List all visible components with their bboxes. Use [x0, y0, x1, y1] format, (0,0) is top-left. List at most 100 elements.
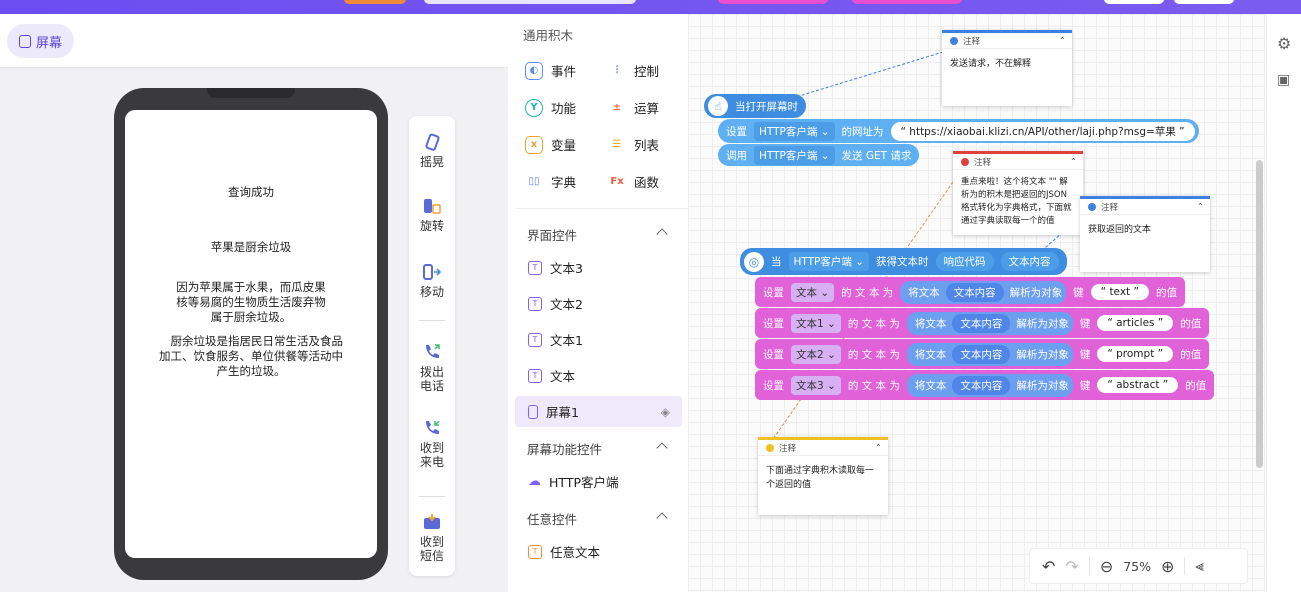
tool-receive-sms[interactable]: 收到短信 — [409, 512, 455, 563]
palette-item-http-client[interactable]: ☁ HTTP客户端 — [515, 466, 682, 497]
zoom-divider — [1088, 557, 1090, 575]
palette-event[interactable]: ◐ 事件 — [525, 61, 576, 80]
operation-icon: ± — [612, 102, 622, 113]
workspace-scrollbar[interactable] — [1256, 160, 1263, 468]
palette-function[interactable]: Y 功能 — [525, 98, 576, 117]
palette-operation-label: 运算 — [634, 101, 660, 116]
archive-icon[interactable]: ▣ — [1277, 72, 1290, 88]
palette-item-any-text[interactable]: T 任意文本 — [515, 536, 682, 567]
send-get-block[interactable]: 调用 HTTP客户端 ⌄ 发送 GET 请求 — [718, 144, 920, 166]
zoom-divider-2 — [1184, 557, 1186, 575]
call-label: 调用 — [726, 149, 747, 162]
top-pill-pink-2[interactable] — [852, 0, 962, 4]
comment-note-read-values[interactable]: 注释 ⌃ 下面通过字典积木读取每一个返回的值 — [758, 437, 888, 515]
any-text-icon: T — [528, 544, 542, 559]
comment-note-get-text[interactable]: 注释 ⌃ 获取返回的文本 — [1080, 196, 1210, 272]
on-got-text-block[interactable]: ◎ 当 HTTP客户端 ⌄ 获得文本时 响应代码 文本内容 — [740, 248, 1067, 275]
palette-item-text2[interactable]: T 文本2 — [515, 288, 682, 319]
palette-item-screen1[interactable]: 屏幕1 ◈ — [515, 396, 682, 427]
top-pill-white-2[interactable] — [1174, 0, 1234, 4]
http-client-dropdown[interactable]: HTTP客户端 ⌄ — [754, 121, 835, 141]
info-icon — [950, 36, 958, 45]
response-text-param[interactable]: 文本内容 — [1000, 252, 1059, 271]
set-text2-block[interactable]: 设置 文本2 ⌄ 的 文 本 为 将文本 文本内容 解析为对象 键 “ prompt… — [755, 339, 1210, 369]
tool-rotate[interactable]: 旋转 — [409, 196, 455, 233]
tool-dial-call[interactable]: 拨出电话 — [409, 342, 455, 393]
text2-target-dropdown[interactable]: 文本2 ⌄ — [791, 344, 841, 364]
text3-target-dropdown[interactable]: 文本3 ⌄ — [791, 375, 841, 395]
palette-control[interactable]: ⫶ 控制 — [608, 61, 659, 80]
preview-panel: 屏幕 查询成功 苹果是厨余垃圾 因为苹果属于水果，而瓜皮果核等易腐的生物质生活废… — [0, 14, 508, 592]
set-url-block[interactable]: 设置 HTTP客户端 ⌄ 的网址为 “ https://xiaobai.kliz… — [718, 119, 1199, 143]
screen-function-chevron-icon[interactable] — [656, 442, 668, 454]
palette-item-text[interactable]: T 文本 — [515, 360, 682, 391]
palette-item-any-text-label: 任意文本 — [550, 545, 601, 560]
key-input-prompt[interactable]: “ prompt ” — [1097, 346, 1174, 362]
ui-controls-chevron-icon[interactable] — [656, 228, 668, 240]
top-pill-pink-1[interactable] — [718, 0, 828, 4]
comment-note-parse[interactable]: 注释 ⌃ 重点来啦！这个将文本 "" 解析为的积木是把返回的JSON格式转化为字典… — [953, 151, 1083, 235]
collapse-icon[interactable]: ⌃ — [1197, 202, 1204, 212]
palette-variable-label: 变量 — [551, 138, 577, 153]
text-of-label: 的 文 本 为 — [847, 379, 900, 392]
undo-icon[interactable]: ↶ — [1042, 557, 1055, 576]
key-input-text[interactable]: “ text ” — [1090, 284, 1149, 300]
tool-incoming-call[interactable]: 收到来电 — [409, 418, 455, 469]
display-text-abstract: 厨余垃圾是指居民日常生活及食品加工、饮食服务、单位供餐等活动中产生的垃圾。 — [159, 334, 343, 378]
text-component-icon: T — [528, 368, 542, 383]
text1-target-dropdown[interactable]: 文本1 ⌄ — [791, 313, 841, 333]
note-body[interactable]: 发送请求，不在解释 — [942, 49, 1072, 79]
sensor-toolstrip: 摇晃 旋转 移动 拨出电话 收到来电 收到短信 — [409, 116, 455, 576]
set-text3-block[interactable]: 设置 文本3 ⌄ 的 文 本 为 将文本 文本内容 解析为对象 键 “ abstra… — [755, 370, 1215, 400]
palette-operation[interactable]: ± 运算 — [608, 98, 659, 117]
palette-list[interactable]: ☰ 列表 — [608, 135, 660, 154]
any-controls-title: 任意控件 — [527, 512, 578, 527]
screen-tab[interactable]: 屏幕 — [7, 24, 75, 58]
palette-item-text1[interactable]: T 文本1 — [515, 324, 682, 355]
http-client-dropdown-2[interactable]: HTTP客户端 ⌄ — [754, 145, 835, 165]
note-body[interactable]: 重点来啦！这个将文本 "" 解析为的积木是把返回的JSON格式转化为字典格式，下… — [953, 170, 1083, 234]
tool-shake[interactable]: 摇晃 — [409, 132, 455, 169]
top-pill-input[interactable] — [424, 0, 636, 4]
zoom-out-icon[interactable]: ⊖ — [1100, 557, 1113, 576]
layers-icon[interactable]: ◈ — [661, 405, 670, 419]
tool-dial-call-label: 拨出电话 — [420, 365, 445, 393]
phone-icon — [19, 34, 31, 48]
palette-item-text3[interactable]: T 文本3 — [515, 252, 682, 283]
align-left-icon[interactable]: ⫷ — [1195, 557, 1203, 575]
note-body[interactable]: 下面通过字典积木读取每一个返回的值 — [758, 456, 888, 500]
top-pill-white-1[interactable] — [1104, 0, 1164, 4]
response-code-param[interactable]: 响应代码 — [935, 252, 994, 271]
palette-variable[interactable]: x 变量 — [525, 135, 576, 154]
top-bar — [0, 0, 1301, 14]
collapse-icon[interactable]: ⌃ — [875, 443, 882, 453]
parse-json-block[interactable]: 将文本 文本内容 解析为对象 — [906, 373, 1073, 397]
parse-json-block[interactable]: 将文本 文本内容 解析为对象 — [900, 280, 1067, 304]
parse-json-block[interactable]: 将文本 文本内容 解析为对象 — [906, 311, 1073, 335]
tool-move[interactable]: 移动 — [409, 262, 455, 299]
palette-procedure[interactable]: Fx 函数 — [608, 172, 659, 191]
zoom-in-icon[interactable]: ⊕ — [1161, 557, 1174, 576]
redo-icon[interactable]: ↷ — [1065, 557, 1078, 576]
palette-dictionary[interactable]: ▯▯ 字典 — [525, 172, 576, 191]
key-input-articles[interactable]: “ articles ” — [1097, 315, 1174, 331]
set-text-block[interactable]: 设置 文本 ⌄ 的 文 本 为 将文本 文本内容 解析为对象 键 “ text ” … — [755, 277, 1185, 307]
http-client-dropdown-3[interactable]: HTTP客户端 ⌄ — [788, 252, 870, 271]
any-controls-chevron-icon[interactable] — [656, 512, 668, 524]
block-workspace[interactable]: ☝ 当打开屏幕时 设置 HTTP客户端 ⌄ 的网址为 “ https://xia… — [688, 14, 1266, 592]
text-target-dropdown[interactable]: 文本 ⌄ — [791, 282, 835, 302]
phone-notch — [207, 88, 295, 98]
url-input[interactable]: “ https://xiaobai.klizi.cn/API/other/laj… — [890, 121, 1195, 141]
bug-icon[interactable]: ⚙ — [1277, 34, 1291, 53]
collapse-icon[interactable]: ⌃ — [1059, 36, 1066, 46]
palette-item-http-client-label: HTTP客户端 — [549, 475, 619, 490]
key-input-abstract[interactable]: “ abstract ” — [1097, 377, 1179, 393]
note-body[interactable]: 获取返回的文本 — [1080, 215, 1210, 245]
general-blocks-title: 通用积木 — [523, 28, 574, 43]
on-screen-open-block[interactable]: ☝ 当打开屏幕时 — [704, 94, 806, 118]
top-pill-orange[interactable] — [344, 0, 406, 4]
comment-note-request[interactable]: 注释 ⌃ 发送请求，不在解释 — [942, 30, 1072, 106]
set-text1-block[interactable]: 设置 文本1 ⌄ 的 文 本 为 将文本 文本内容 解析为对象 键 “ articl… — [755, 308, 1210, 338]
collapse-icon[interactable]: ⌃ — [1070, 157, 1077, 167]
parse-json-block[interactable]: 将文本 文本内容 解析为对象 — [906, 342, 1073, 366]
